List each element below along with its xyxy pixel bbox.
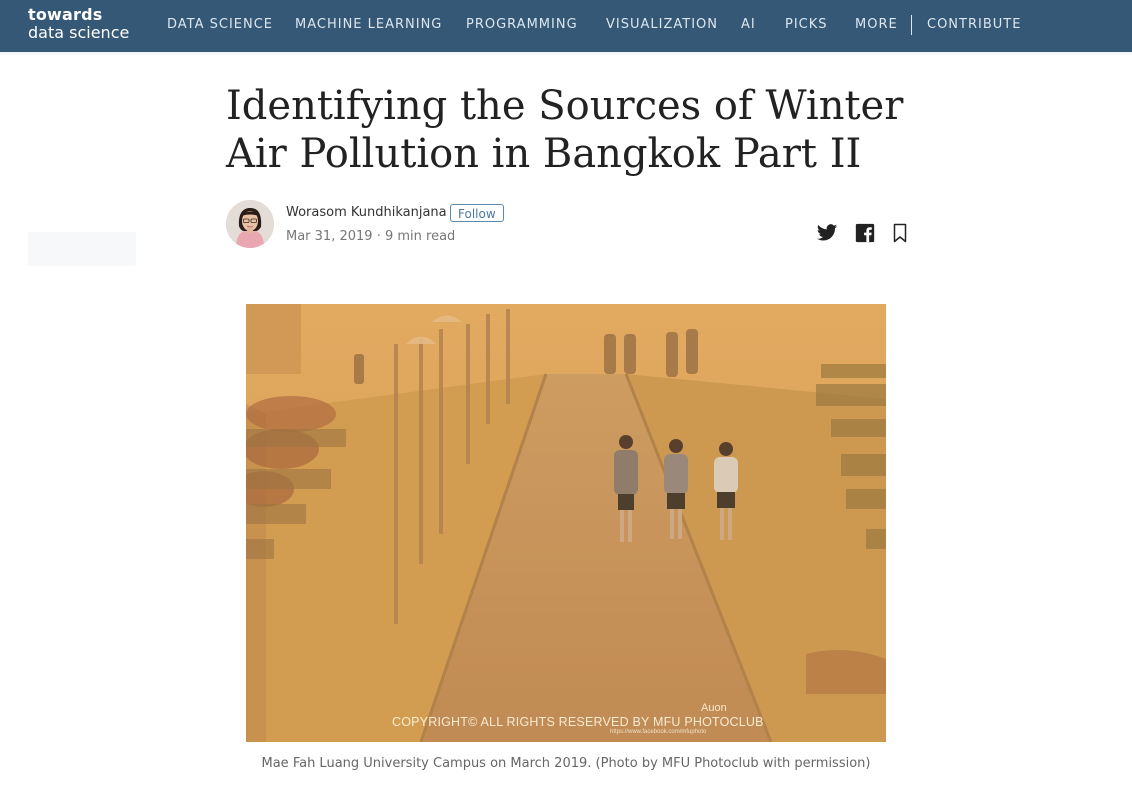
nav-item-programming[interactable]: PROGRAMMING <box>466 17 578 33</box>
nav-item-machine-learning[interactable]: MACHINE LEARNING <box>295 17 442 33</box>
top-navigation-bar: towards data science DATA SCIENCE MACHIN… <box>0 0 1132 52</box>
photo-signature: Auon <box>701 702 727 714</box>
follow-button[interactable]: Follow <box>450 204 504 222</box>
author-avatar[interactable] <box>226 200 274 248</box>
bookmark-icon[interactable] <box>890 222 910 248</box>
image-caption: Mae Fah Luang University Campus on March… <box>261 756 871 771</box>
logo-line-data-science: data science <box>28 23 130 42</box>
nav-item-visualization[interactable]: VISUALIZATION <box>606 17 718 33</box>
nav-item-ai[interactable]: AI <box>741 17 756 33</box>
author-name-link[interactable]: Worasom Kundhikanjana <box>286 205 447 220</box>
nav-item-contribute[interactable]: CONTRIBUTE <box>927 17 1021 33</box>
hero-image: Auon COPYRIGHT© ALL RIGHTS RESERVED BY M… <box>246 304 886 742</box>
read-time: 9 min read <box>384 229 456 244</box>
publish-date: Mar 31, 2019 <box>286 229 373 244</box>
placeholder-block <box>28 232 136 266</box>
site-logo[interactable]: towards data science <box>28 6 129 42</box>
photo-copyright-watermark: COPYRIGHT© ALL RIGHTS RESERVED BY MFU PH… <box>392 715 764 729</box>
article-meta: Mar 31, 2019 · 9 min read <box>286 229 455 244</box>
hazy-campus-photo <box>246 304 886 742</box>
facebook-icon[interactable] <box>854 222 876 248</box>
nav-item-picks[interactable]: PICKS <box>785 17 828 33</box>
photo-url-watermark: https://www.facebook.com/mfuphoto <box>610 729 707 735</box>
nav-item-data-science[interactable]: DATA SCIENCE <box>167 17 273 33</box>
article-title: Identifying the Sources of Winter Air Po… <box>226 83 904 177</box>
header-shadow <box>0 52 1132 56</box>
twitter-icon[interactable] <box>816 222 838 248</box>
meta-separator: · <box>376 229 381 244</box>
logo-line-towards: towards <box>28 5 103 24</box>
nav-divider <box>911 15 912 35</box>
nav-item-more[interactable]: MORE <box>855 17 898 33</box>
